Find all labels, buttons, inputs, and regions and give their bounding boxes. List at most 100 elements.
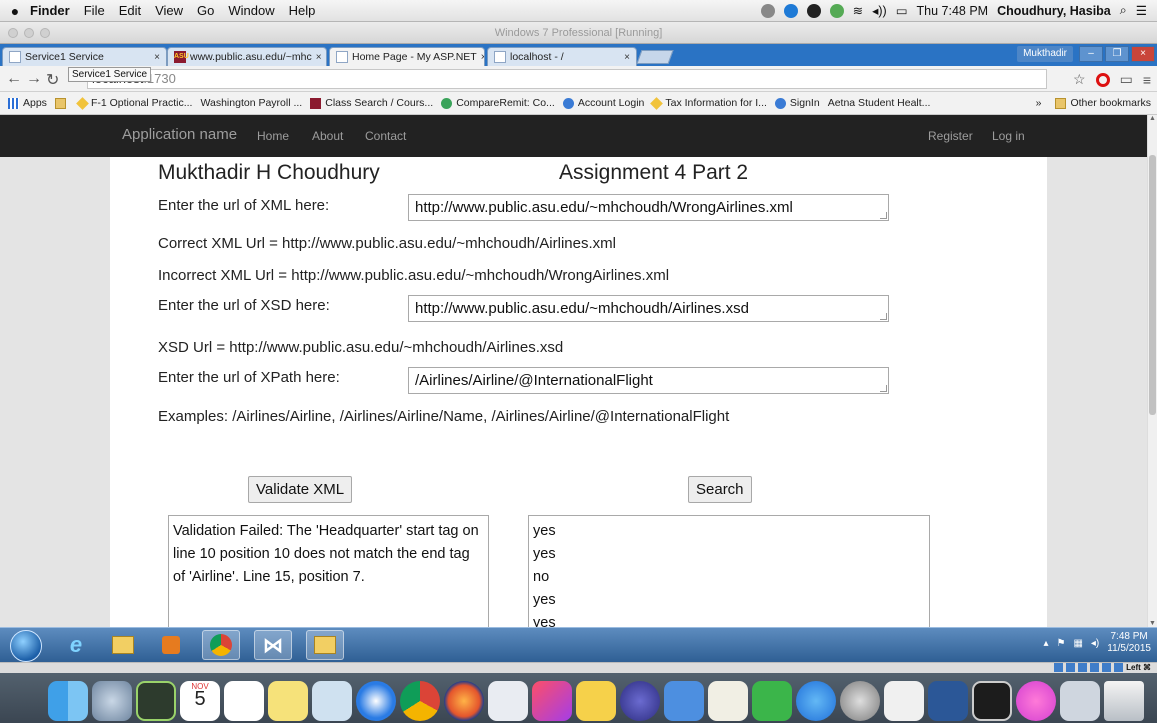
vm-device-icon[interactable] <box>1054 663 1064 672</box>
menu-view[interactable]: View <box>155 3 183 18</box>
xml-url-input[interactable]: http://www.public.asu.edu/~mhchoudh/Wron… <box>408 194 889 221</box>
brand-link[interactable]: Application name <box>122 126 237 143</box>
menu-finder[interactable]: Finder <box>30 3 70 18</box>
itunes-icon[interactable] <box>1016 681 1056 721</box>
vm-device-icon[interactable] <box>1090 663 1100 672</box>
nav-home[interactable]: Home <box>257 129 289 143</box>
word-icon[interactable] <box>928 681 968 721</box>
reload-icon[interactable]: ↻ <box>46 70 59 90</box>
firefox-icon[interactable] <box>444 681 484 721</box>
bookmark-compareremit[interactable]: CompareRemit: Co... <box>441 97 555 109</box>
launchpad-icon[interactable] <box>92 681 132 721</box>
menu-go[interactable]: Go <box>197 3 214 18</box>
close-tab-icon[interactable]: × <box>150 52 160 63</box>
close-tab-icon[interactable]: × <box>477 52 484 63</box>
folder-icon[interactable] <box>306 630 344 660</box>
status-icon[interactable] <box>760 3 775 18</box>
textedit-icon[interactable] <box>708 681 748 721</box>
explorer-icon[interactable] <box>104 630 142 660</box>
spotlight-icon[interactable]: ⌕ <box>1120 3 1127 18</box>
bookmark-f1[interactable]: F-1 Optional Practic... <box>76 96 192 110</box>
flag-icon[interactable]: ⚑ <box>1056 638 1065 649</box>
page-scrollbar[interactable]: ▲ ▼ <box>1147 115 1157 627</box>
restore-icon[interactable]: ❐ <box>1105 46 1129 62</box>
script-editor-icon[interactable] <box>884 681 924 721</box>
other-bookmarks[interactable]: Other bookmarks <box>1055 97 1151 109</box>
status-icon[interactable] <box>783 3 798 18</box>
validation-result-box[interactable]: Validation Failed: The 'Headquarter' sta… <box>168 515 489 627</box>
terminal-icon[interactable] <box>972 681 1012 721</box>
nav-about[interactable]: About <box>312 129 343 143</box>
speaker-icon[interactable]: ◂) <box>1091 638 1099 649</box>
search-results-box[interactable]: yes yes no yes yes <box>528 515 930 627</box>
cast-icon[interactable]: ▭ <box>1120 71 1133 88</box>
apple-icon[interactable]: ● <box>0 3 30 19</box>
calendar-icon[interactable]: NOV 5 <box>180 681 220 721</box>
bookmark-folder[interactable] <box>54 97 70 109</box>
bookmark-signin[interactable]: SignIn <box>774 97 820 109</box>
virtualbox-icon[interactable] <box>488 681 528 721</box>
ie-icon[interactable]: e <box>57 630 95 660</box>
opera-extension-icon[interactable] <box>1095 72 1110 87</box>
nav-register[interactable]: Register <box>928 129 973 143</box>
scroll-up-icon[interactable]: ▲ <box>1149 115 1156 122</box>
menu-help[interactable]: Help <box>289 3 316 18</box>
close-window-button[interactable] <box>8 28 18 38</box>
visual-studio-icon[interactable]: ⋈ <box>254 630 292 660</box>
tab-home-page[interactable]: Home Page - My ASP.NET × <box>329 47 485 66</box>
reminders-icon[interactable] <box>224 681 264 721</box>
nav-contact[interactable]: Contact <box>365 129 406 143</box>
vm-device-icon[interactable] <box>1078 663 1088 672</box>
bookmark-apps[interactable]: Apps <box>8 97 47 109</box>
close-icon[interactable]: × <box>1131 46 1155 62</box>
menu-icon[interactable]: ≡ <box>1143 72 1151 88</box>
status-icon[interactable] <box>806 3 821 18</box>
forward-icon[interactable]: → <box>26 70 42 88</box>
notes-icon[interactable] <box>268 681 308 721</box>
sublime-icon[interactable] <box>576 681 616 721</box>
bookmark-aetna[interactable]: Aetna Student Healt... <box>828 97 931 109</box>
minimize-window-button[interactable] <box>24 28 34 38</box>
menubar-user[interactable]: Choudhury, Hasiba <box>997 4 1111 18</box>
safari-icon[interactable] <box>356 681 396 721</box>
bookmark-tax[interactable]: Tax Information for I... <box>650 96 767 110</box>
trash-icon[interactable] <box>1104 681 1144 721</box>
network-icon[interactable]: ▦ <box>1073 638 1082 649</box>
tab-localhost[interactable]: localhost - / × <box>487 47 637 66</box>
chrome-icon[interactable] <box>400 681 440 721</box>
vm-device-icon[interactable] <box>1102 663 1112 672</box>
scroll-down-icon[interactable]: ▼ <box>1149 620 1156 627</box>
menu-window[interactable]: Window <box>228 3 274 18</box>
facetime-icon[interactable] <box>752 681 792 721</box>
start-button[interactable] <box>10 630 42 662</box>
nav-login[interactable]: Log in <box>992 129 1025 143</box>
bookmark-payroll[interactable]: Washington Payroll ... <box>200 97 302 109</box>
status-icon[interactable] <box>829 3 844 18</box>
address-bar[interactable]: localhost:1730 <box>87 69 1047 89</box>
menu-edit[interactable]: Edit <box>119 3 141 18</box>
eclipse-icon[interactable] <box>620 681 660 721</box>
bookmark-star-icon[interactable]: ☆ <box>1073 71 1086 88</box>
zoom-window-button[interactable] <box>40 28 50 38</box>
vm-device-icon[interactable] <box>1114 663 1124 672</box>
chrome-icon[interactable] <box>202 630 240 660</box>
menubar-clock[interactable]: Thu 7:48 PM <box>917 4 989 18</box>
validate-xml-button[interactable]: Validate XML <box>248 476 353 503</box>
bookmark-account-login[interactable]: Account Login <box>562 97 644 109</box>
downloads-stack-icon[interactable] <box>1060 681 1100 721</box>
menu-file[interactable]: File <box>84 3 105 18</box>
close-tab-icon[interactable]: × <box>312 52 322 63</box>
close-tab-icon[interactable]: × <box>620 52 630 63</box>
scroll-thumb[interactable] <box>1149 155 1156 415</box>
notification-center-icon[interactable]: ☰ <box>1136 3 1147 18</box>
preview-icon[interactable] <box>312 681 352 721</box>
search-button[interactable]: Search <box>688 476 752 503</box>
app-store-icon[interactable] <box>796 681 836 721</box>
tray-arrow-icon[interactable]: ▴ <box>1043 638 1048 649</box>
mission-control-icon[interactable] <box>136 681 176 721</box>
profile-badge[interactable]: Mukthadir <box>1017 46 1073 62</box>
system-preferences-icon[interactable] <box>840 681 880 721</box>
taskbar-clock[interactable]: 7:48 PM 11/5/2015 <box>1107 631 1151 655</box>
media-player-icon[interactable] <box>152 630 190 660</box>
battery-icon[interactable]: ▭ <box>896 3 908 18</box>
